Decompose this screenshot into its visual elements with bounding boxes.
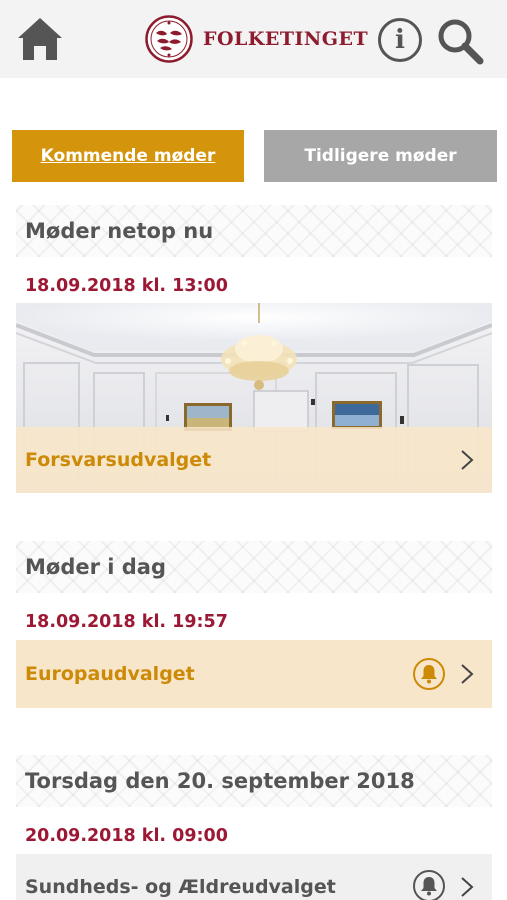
tab-past-label: Tidligere møder [304, 146, 457, 166]
tab-upcoming-label: Kommende møder [40, 146, 216, 166]
section-header-today: Møder i dag [16, 541, 492, 593]
home-icon[interactable] [17, 16, 63, 62]
logo-text: FOLKETINGET [203, 28, 369, 50]
tab-upcoming-meetings[interactable]: Kommende møder [12, 130, 244, 182]
section-title: Møder netop nu [25, 219, 214, 243]
search-icon[interactable] [436, 17, 484, 65]
folketinget-logo[interactable]: FOLKETINGET [145, 14, 368, 64]
info-button[interactable]: i [378, 18, 422, 62]
meeting-datetime: 18.09.2018 kl. 19:57 [25, 612, 228, 632]
bell-icon [421, 877, 437, 896]
meeting-datetime: 18.09.2018 kl. 13:00 [25, 276, 228, 296]
committee-name: Forsvarsudvalget [25, 449, 212, 471]
meeting-row[interactable]: Europaudvalget [16, 640, 492, 708]
section-header-thursday: Torsdag den 20. september 2018 [16, 755, 492, 807]
meeting-card-label: Forsvarsudvalget [16, 427, 492, 493]
notification-bell-button[interactable] [413, 658, 445, 690]
chevron-right-icon [461, 450, 474, 470]
chevron-right-icon [461, 877, 474, 897]
chevron-right-icon [461, 664, 474, 684]
meeting-datetime: 20.09.2018 kl. 09:00 [25, 826, 228, 846]
meeting-card-featured[interactable]: Forsvarsudvalget [16, 303, 492, 493]
section-title: Torsdag den 20. september 2018 [25, 769, 415, 793]
notification-bell-button[interactable] [413, 870, 445, 900]
section-header-now: Møder netop nu [16, 205, 492, 257]
seal-icon [145, 15, 193, 63]
tab-past-meetings[interactable]: Tidligere møder [264, 130, 497, 182]
section-title: Møder i dag [25, 555, 167, 579]
top-bar: FOLKETINGET i [0, 0, 507, 78]
bell-icon [421, 665, 437, 684]
info-icon: i [395, 25, 405, 55]
meeting-row[interactable]: Sundheds- og Ældreudvalget [16, 854, 492, 900]
